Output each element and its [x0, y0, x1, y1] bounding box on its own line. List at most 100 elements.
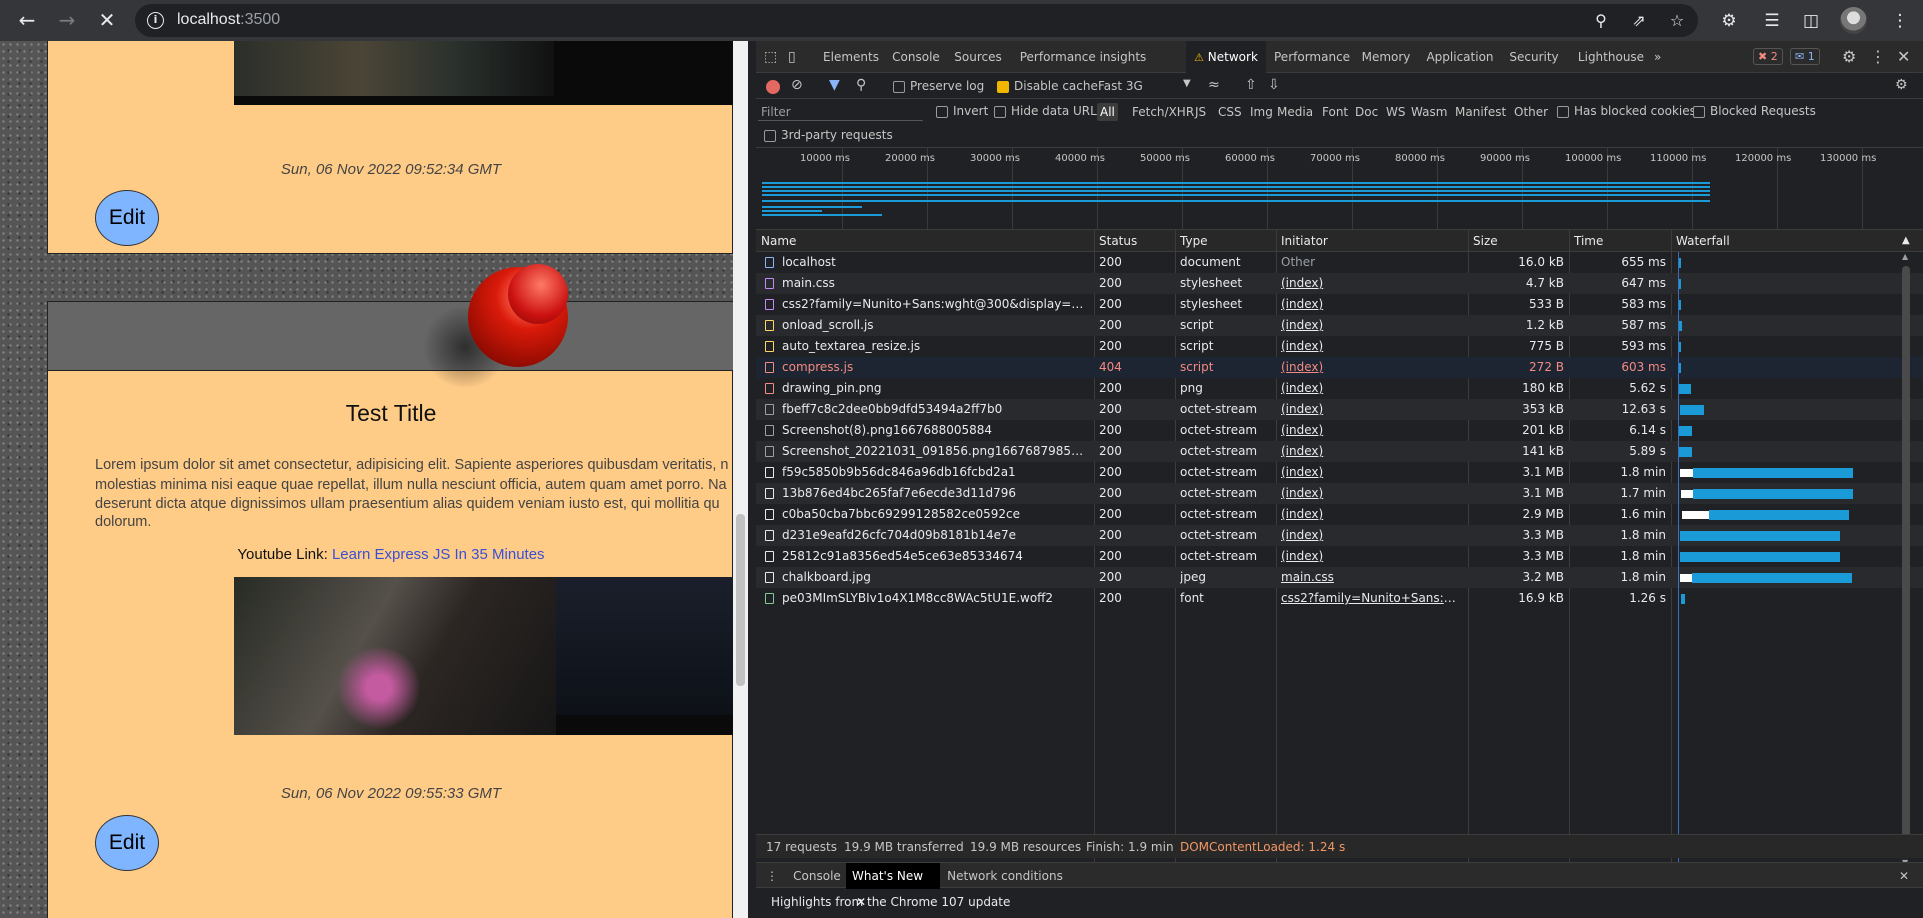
table-row[interactable]: localhost 200 document Other 16.0 kB 655 ms: [756, 252, 1923, 273]
tab-security[interactable]: Security: [1506, 41, 1562, 73]
device-toolbar-icon[interactable]: ▯: [788, 49, 796, 65]
tab-elements[interactable]: Elements: [820, 41, 882, 73]
edit-button[interactable]: Edit: [95, 815, 159, 871]
request-name[interactable]: f59c5850b9b56dc846a96db16fcbd2a1: [782, 462, 1088, 483]
request-name[interactable]: drawing_pin.png: [782, 378, 1088, 399]
table-row[interactable]: 25812c91a8356ed54e5ce63e85334674 200 octet…: [756, 546, 1923, 567]
drawer-tab-whats-new[interactable]: What's New ✕: [846, 863, 940, 909]
tab-performance[interactable]: Performance: [1274, 41, 1350, 73]
type-filter-ws[interactable]: WS: [1383, 103, 1408, 121]
page-scrollbar-thumb[interactable]: [736, 514, 745, 686]
request-initiator[interactable]: (index): [1281, 504, 1461, 525]
table-row[interactable]: Screenshot_20221031_091856.png1667687985…: [756, 441, 1923, 462]
record-icon[interactable]: [766, 80, 780, 94]
request-initiator[interactable]: (index): [1281, 273, 1461, 294]
request-initiator[interactable]: (index): [1281, 525, 1461, 546]
request-initiator[interactable]: (index): [1281, 294, 1461, 315]
inspect-element-icon[interactable]: ⬚: [764, 49, 777, 65]
request-initiator[interactable]: (index): [1281, 315, 1461, 336]
request-initiator[interactable]: (index): [1281, 420, 1461, 441]
url-text[interactable]: localhost:3500: [177, 11, 280, 29]
settings-gear-icon[interactable]: ⚙: [1842, 47, 1856, 66]
extensions-icon[interactable]: ⚙: [1717, 9, 1741, 33]
network-settings-icon[interactable]: ⚙: [1895, 77, 1908, 93]
message-count-badge[interactable]: ✉ 1: [1790, 48, 1820, 65]
request-initiator[interactable]: css2?family=Nunito+Sans:wght...: [1281, 588, 1461, 609]
disable-cache-checkbox[interactable]: [997, 81, 1009, 93]
filter-icon[interactable]: ▼: [829, 77, 840, 93]
media-queue-icon[interactable]: ☰: [1760, 9, 1784, 33]
request-name[interactable]: Screenshot_20221031_091856.png1667687985…: [782, 441, 1088, 462]
browser-menu-icon[interactable]: ⋮: [1888, 9, 1912, 33]
request-name[interactable]: onload_scroll.js: [782, 315, 1088, 336]
request-name[interactable]: 25812c91a8356ed54e5ce63e85334674: [782, 546, 1088, 567]
request-name[interactable]: Screenshot(8).png1667688005884: [782, 420, 1088, 441]
request-initiator[interactable]: (index): [1281, 399, 1461, 420]
table-row[interactable]: Screenshot(8).png1667688005884 200 octet-s…: [756, 420, 1923, 441]
network-conditions-icon[interactable]: ≈: [1208, 77, 1220, 93]
forward-icon[interactable]: →: [53, 6, 81, 34]
type-filter-img[interactable]: Img: [1247, 103, 1276, 121]
profile-avatar[interactable]: [1840, 7, 1867, 34]
tab-memory[interactable]: Memory: [1358, 41, 1414, 73]
request-initiator[interactable]: (index): [1281, 462, 1461, 483]
table-row[interactable]: main.css 200 stylesheet (index) 4.7 kB 647 ms: [756, 273, 1923, 294]
throttling-select[interactable]: Fast 3G: [1098, 79, 1143, 93]
table-row[interactable]: c0ba50cba7bbc69299128582ce0592ce 200 octet…: [756, 504, 1923, 525]
requests-scrollbar[interactable]: ▲ ▼: [1899, 252, 1913, 874]
zoom-icon[interactable]: ⚲: [1590, 10, 1612, 32]
type-filter-all[interactable]: All: [1097, 103, 1118, 121]
request-name[interactable]: localhost: [782, 252, 1088, 273]
filter-input[interactable]: Filter: [758, 103, 923, 121]
column-name[interactable]: Name: [756, 230, 796, 252]
column-initiator[interactable]: Initiator: [1276, 230, 1328, 252]
type-filter-font[interactable]: Font: [1319, 103, 1351, 121]
tab-performance-insights[interactable]: Performance insights: [1012, 41, 1154, 73]
request-name[interactable]: chalkboard.jpg: [782, 567, 1088, 588]
hide-data-urls-checkbox[interactable]: [994, 106, 1006, 118]
request-name[interactable]: pe03MImSLYBIv1o4X1M8cc8WAc5tU1E.woff2: [782, 588, 1088, 609]
request-initiator[interactable]: (index): [1281, 357, 1461, 378]
request-initiator[interactable]: (index): [1281, 441, 1461, 462]
request-initiator[interactable]: Other: [1281, 252, 1461, 273]
site-info-icon[interactable]: i: [147, 12, 164, 29]
table-row[interactable]: chalkboard.jpg 200 jpeg main.css 3.2 MB 1.8 m…: [756, 567, 1923, 588]
request-initiator[interactable]: (index): [1281, 378, 1461, 399]
bookmark-star-icon[interactable]: ☆: [1666, 10, 1688, 32]
has-blocked-cookies-checkbox[interactable]: [1557, 106, 1569, 118]
close-drawer-icon[interactable]: ✕: [1899, 863, 1909, 889]
type-filter-doc[interactable]: Doc: [1352, 103, 1381, 121]
import-har-icon[interactable]: ⇧: [1245, 77, 1257, 93]
back-icon[interactable]: ←: [13, 6, 41, 34]
request-initiator[interactable]: (index): [1281, 483, 1461, 504]
request-initiator[interactable]: (index): [1281, 546, 1461, 567]
tab-network[interactable]: ⚠ Network: [1186, 41, 1266, 73]
third-party-checkbox[interactable]: [764, 130, 776, 142]
type-filter-css[interactable]: CSS: [1215, 103, 1245, 121]
tab-lighthouse[interactable]: Lighthouse: [1576, 41, 1646, 73]
more-tabs-icon[interactable]: »: [1654, 41, 1670, 73]
page-scrollbar[interactable]: [733, 41, 748, 918]
table-row[interactable]: pe03MImSLYBIv1o4X1M8cc8WAc5tU1E.woff2 200…: [756, 588, 1923, 609]
close-devtools-icon[interactable]: ✕: [1897, 47, 1910, 66]
request-initiator[interactable]: main.css: [1281, 567, 1461, 588]
table-row[interactable]: f59c5850b9b56dc846a96db16fcbd2a1 200 octet…: [756, 462, 1923, 483]
drawer-tab-console[interactable]: Console: [792, 863, 842, 889]
scroll-up-icon[interactable]: ▲: [1902, 252, 1908, 261]
table-row[interactable]: compress.js 404 script (index) 272 B 603 ms: [756, 357, 1923, 378]
request-name[interactable]: 13b876ed4bc265faf7e6ecde3d11d796: [782, 483, 1088, 504]
tab-sources[interactable]: Sources: [950, 41, 1006, 73]
youtube-link[interactable]: Learn Express JS In 35 Minutes: [332, 546, 545, 563]
devtools-menu-icon[interactable]: ⋮: [1870, 47, 1886, 66]
request-name[interactable]: css2?family=Nunito+Sans:wght@300&display…: [782, 294, 1088, 315]
drawer-menu-icon[interactable]: ⋮: [766, 863, 778, 889]
chevron-down-icon[interactable]: ▼: [1183, 78, 1191, 89]
table-row[interactable]: drawing_pin.png 200 png (index) 180 kB 5.62 s: [756, 378, 1923, 399]
column-time[interactable]: Time: [1569, 230, 1603, 252]
clear-icon[interactable]: ⊘: [791, 77, 803, 93]
error-count-badge[interactable]: ✖ 2: [1753, 48, 1783, 65]
table-row[interactable]: css2?family=Nunito+Sans:wght@300&display…: [756, 294, 1923, 315]
table-row[interactable]: onload_scroll.js 200 script (index) 1.2 kB 58…: [756, 315, 1923, 336]
type-filter-manifest[interactable]: Manifest: [1452, 103, 1509, 121]
request-name[interactable]: compress.js: [782, 357, 1088, 378]
